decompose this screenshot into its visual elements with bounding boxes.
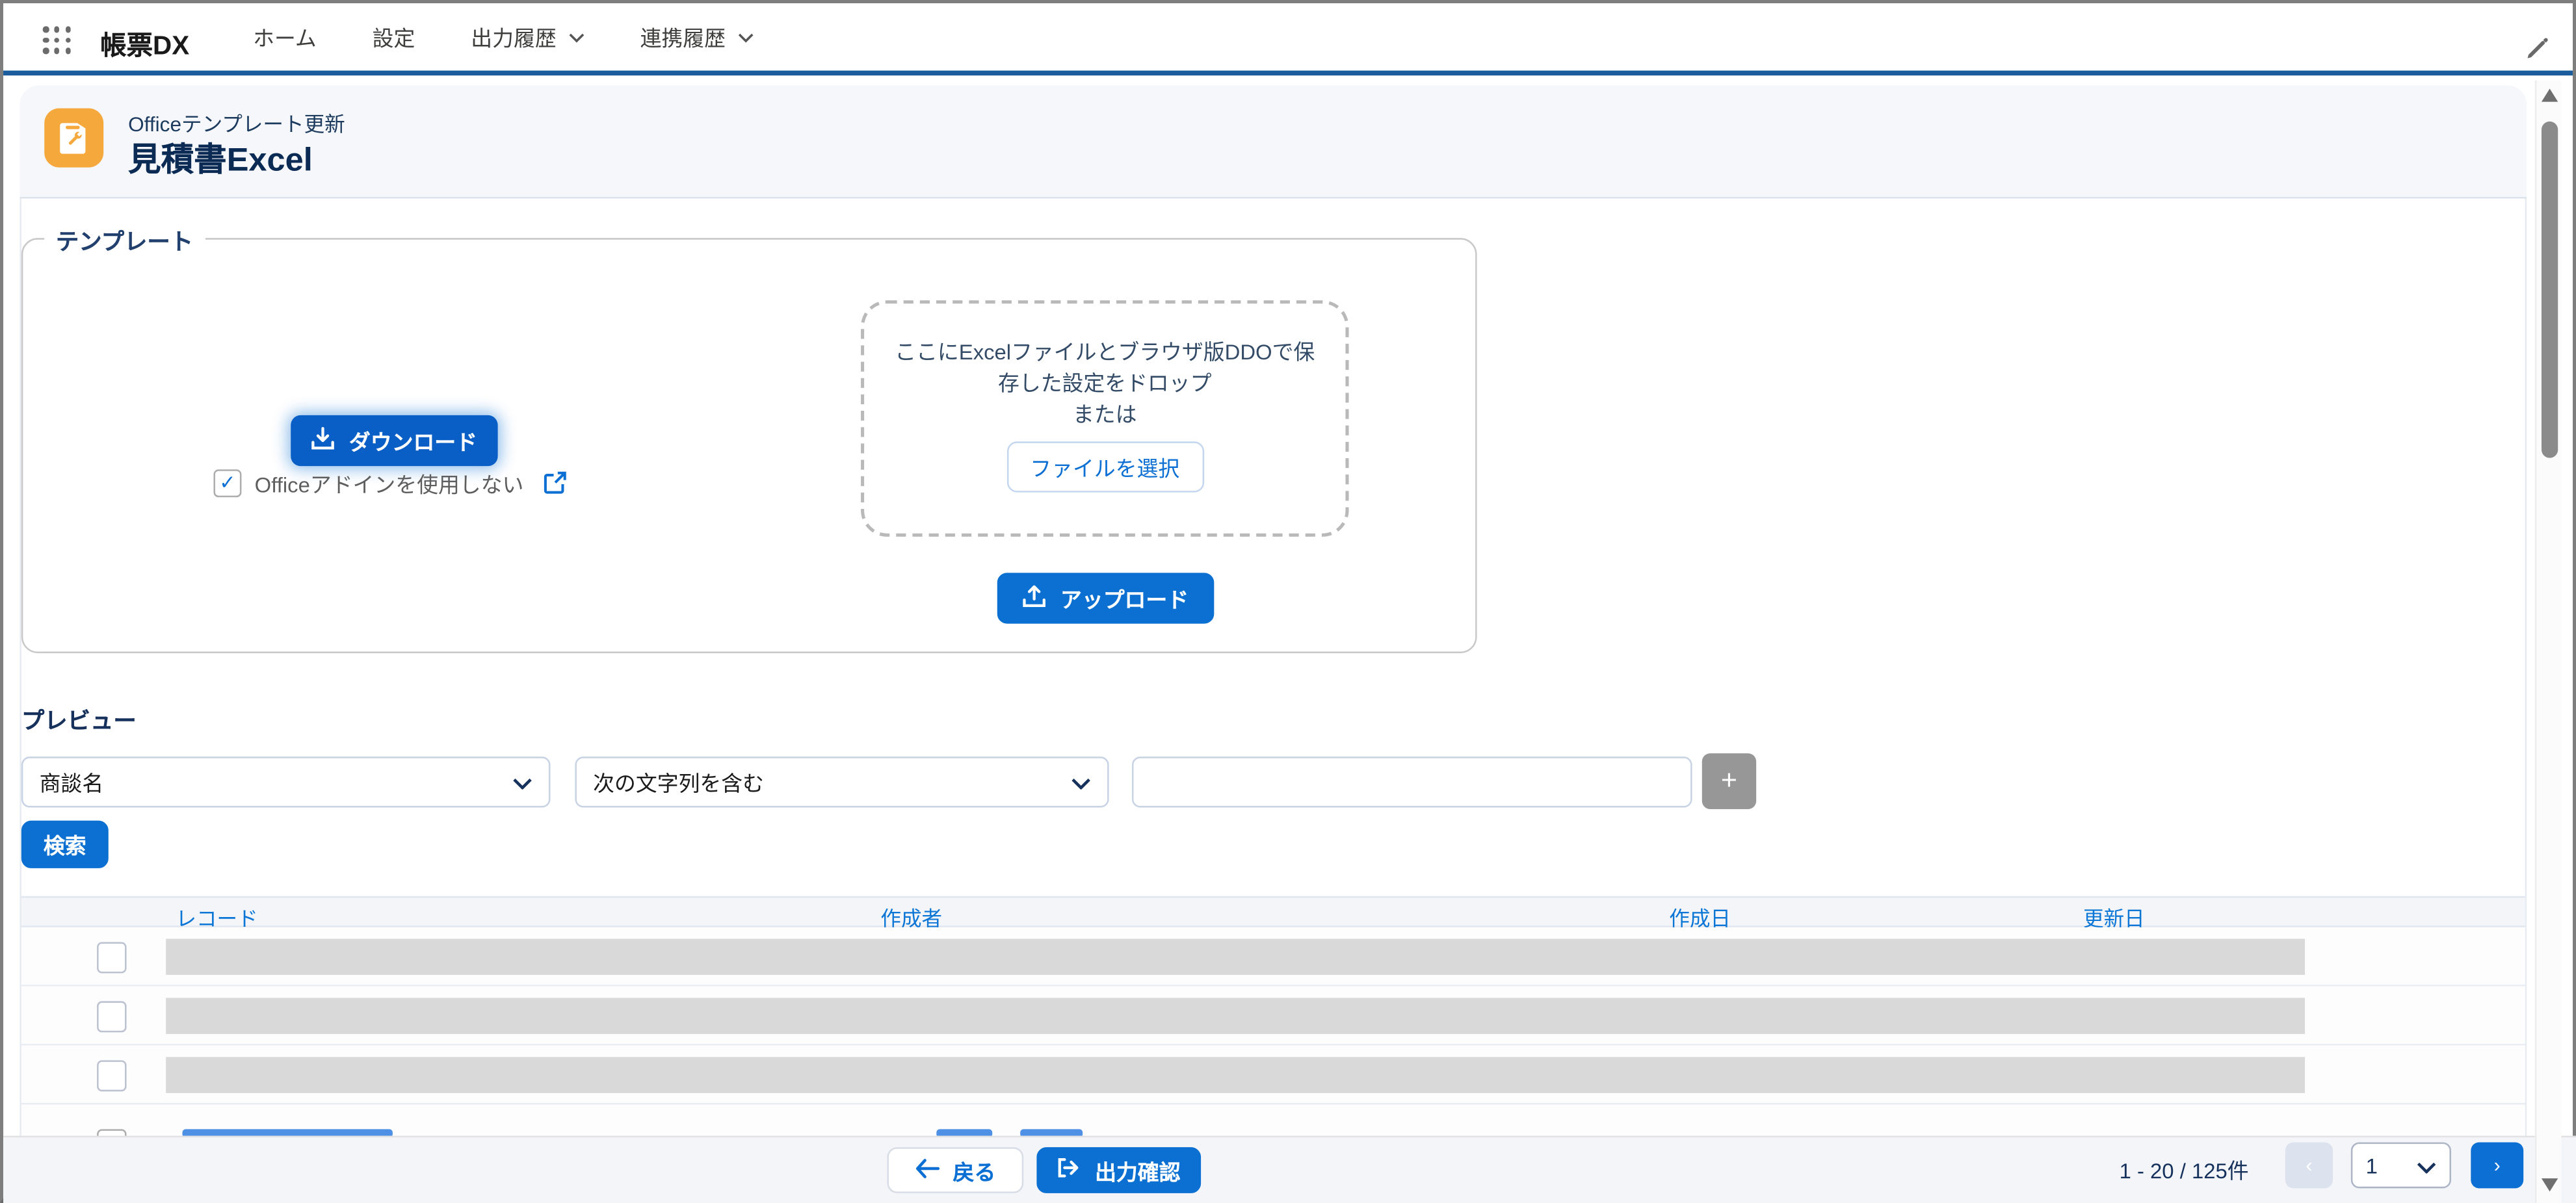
- back-button[interactable]: 戻る: [887, 1147, 1023, 1193]
- upload-button[interactable]: アップロード: [997, 573, 1215, 623]
- add-condition-button[interactable]: +: [1702, 753, 1756, 809]
- table-row-clipped: [21, 1105, 2525, 1136]
- office-template-icon: [44, 109, 103, 168]
- download-icon: [311, 426, 336, 455]
- external-link-icon[interactable]: [544, 471, 566, 494]
- table-row: [21, 927, 2525, 987]
- table-row: [21, 987, 2525, 1046]
- app-window: 帳票DX ホーム 設定 出力履歴 連携履歴 Officeテンプレート更新 見積書…: [0, 0, 2576, 1203]
- file-dropzone[interactable]: ここにExcelファイルとブラウザ版DDOで保 存した設定をドロップ または フ…: [861, 300, 1348, 537]
- scrollbar-down-arrow-icon[interactable]: [2542, 1178, 2558, 1191]
- filter-value-input[interactable]: [1132, 757, 1692, 807]
- nav-menu: ホーム 設定 出力履歴 連携履歴: [253, 3, 754, 71]
- clipped-creator-link-fragment[interactable]: [1020, 1129, 1083, 1135]
- scrollbar-up-arrow-icon[interactable]: [2542, 88, 2558, 101]
- addin-checkbox-label: Officeアドインを使用しない: [255, 467, 524, 498]
- nav-item-output-history[interactable]: 出力履歴: [471, 21, 584, 53]
- output-icon: [1057, 1157, 1082, 1183]
- loading-skeleton-bar: [166, 938, 2305, 975]
- addin-option-row: ✓ Officeアドインを使用しない: [213, 468, 566, 497]
- row-checkbox[interactable]: [97, 1060, 126, 1091]
- search-button[interactable]: 検索: [21, 821, 109, 868]
- output-confirm-button[interactable]: 出力確認: [1036, 1147, 1201, 1193]
- table-header-row: レコード 作成者 作成日 更新日: [21, 896, 2525, 927]
- field-select[interactable]: 商談名: [21, 757, 551, 807]
- nav-item-home[interactable]: ホーム: [253, 21, 317, 53]
- browser-viewport: 帳票DX ホーム 設定 出力履歴 連携履歴 Officeテンプレート更新 見積書…: [0, 0, 2576, 1203]
- download-button[interactable]: ダウンロード: [291, 415, 497, 466]
- row-checkbox[interactable]: [97, 1001, 126, 1032]
- clipped-record-link-fragment[interactable]: [182, 1129, 392, 1135]
- app-launcher-icon[interactable]: [43, 26, 72, 54]
- checkmark-icon: ✓: [219, 472, 235, 492]
- arrow-left-icon: [915, 1158, 940, 1183]
- page-title: 見積書Excel: [128, 133, 313, 181]
- row-checkbox[interactable]: [97, 1129, 126, 1135]
- operator-select[interactable]: 次の文字列を含む: [575, 757, 1109, 807]
- chevron-down-icon: [568, 32, 584, 42]
- top-nav-bar: 帳票DX ホーム 設定 出力履歴 連携履歴: [3, 3, 2573, 75]
- loading-skeleton-bar: [166, 1057, 2305, 1093]
- edit-pencil-icon[interactable]: [2525, 36, 2550, 61]
- upload-icon: [1023, 584, 1047, 613]
- chevron-down-icon: [2417, 1153, 2436, 1178]
- vertical-scrollbar[interactable]: [2535, 81, 2561, 1203]
- row-checkbox[interactable]: [97, 942, 126, 974]
- table-row: [21, 1046, 2525, 1105]
- nav-item-link-history[interactable]: 連携履歴: [640, 21, 754, 53]
- scrollbar-thumb[interactable]: [2542, 122, 2558, 458]
- pagination-range-text: 1 - 20 / 125件: [2120, 1154, 2249, 1185]
- chevron-down-icon: [1071, 770, 1090, 794]
- app-title: 帳票DX: [100, 23, 189, 62]
- page-header: [20, 85, 2527, 198]
- dropzone-text: ここにExcelファイルとブラウザ版DDOで保 存した設定をドロップ または: [864, 337, 1345, 430]
- chevron-down-icon: [737, 32, 754, 42]
- chevron-down-icon: [512, 770, 532, 794]
- addin-checkbox[interactable]: ✓: [213, 469, 241, 497]
- clipped-creator-link-fragment[interactable]: [936, 1129, 992, 1135]
- nav-item-settings[interactable]: 設定: [373, 21, 415, 53]
- next-page-button[interactable]: ›: [2471, 1143, 2523, 1189]
- previous-page-button[interactable]: ‹: [2285, 1143, 2333, 1189]
- template-legend: テンプレート: [44, 225, 205, 258]
- preview-heading: プレビュー: [21, 704, 137, 737]
- page-number-select[interactable]: 1: [2351, 1143, 2451, 1189]
- file-select-button[interactable]: ファイルを選択: [1006, 441, 1203, 492]
- loading-skeleton-bar: [166, 998, 2305, 1034]
